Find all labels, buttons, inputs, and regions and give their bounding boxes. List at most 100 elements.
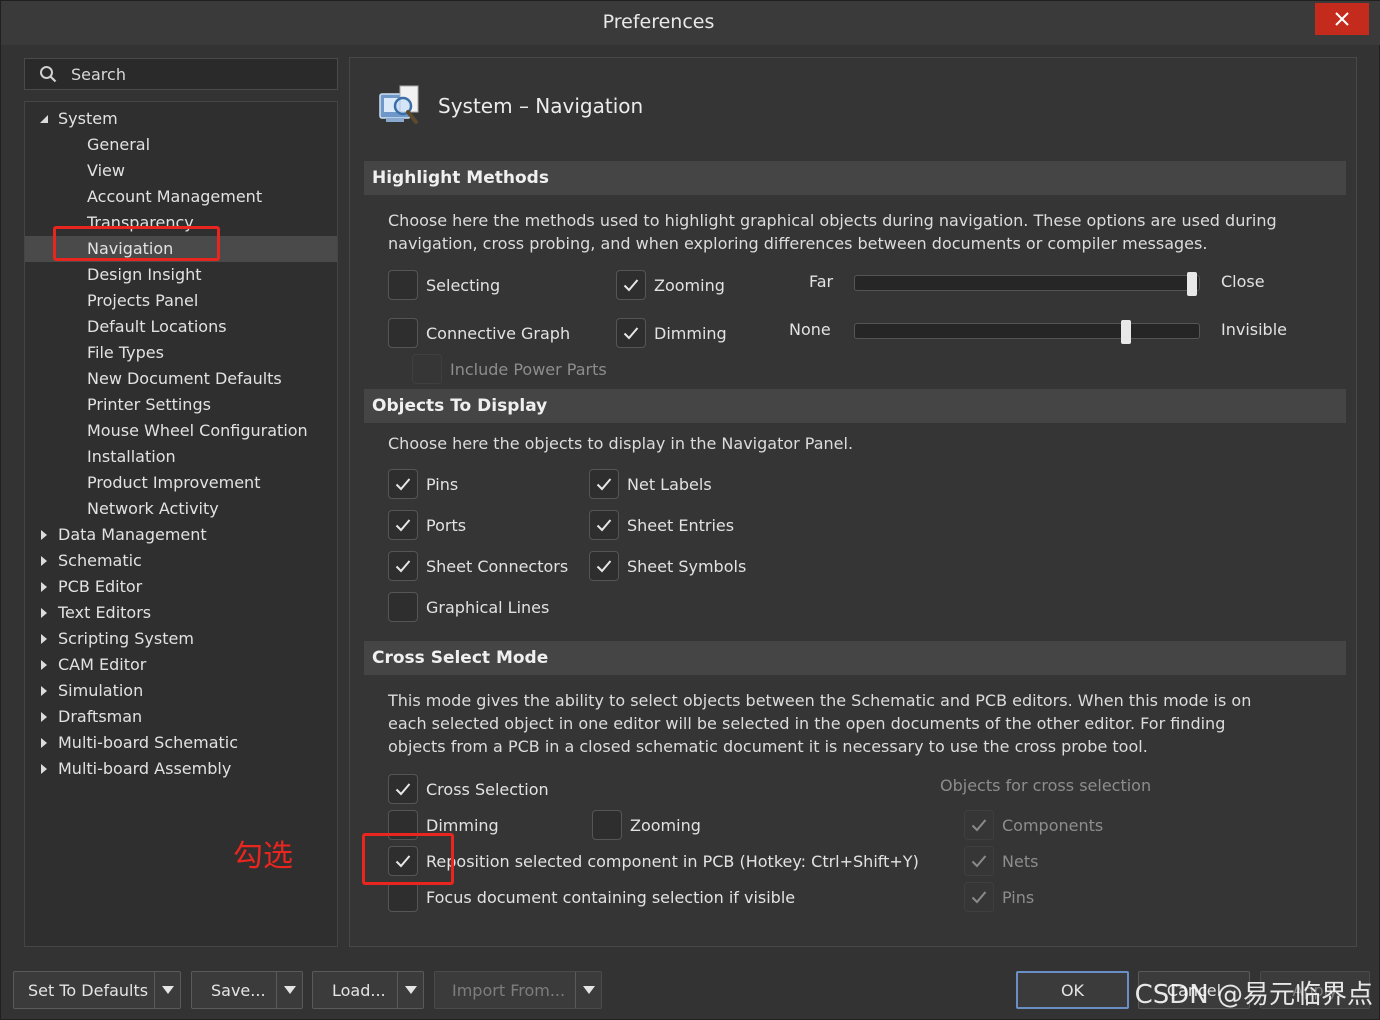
tree-item-file-types[interactable]: File Types [25,340,337,366]
object-checkbox-sheet-symbols[interactable]: Sheet Symbols [589,551,746,581]
checkbox-box[interactable] [592,810,622,840]
import-from-dropdown[interactable] [575,972,601,1008]
checkbox-box[interactable] [388,510,418,540]
ok-button[interactable]: OK [1016,971,1129,1009]
tree-item-mouse-wheel-configuration[interactable]: Mouse Wheel Configuration [25,418,337,444]
checkbox-box[interactable] [388,318,418,348]
tree-item-projects-panel[interactable]: Projects Panel [25,288,337,314]
collapsed-arrow-icon[interactable] [37,678,51,704]
dimming-slider-thumb[interactable] [1121,320,1131,344]
checkbox-box[interactable] [964,882,994,912]
object-checkbox-sheet-entries[interactable]: Sheet Entries [589,510,734,540]
tree-item-label: Mouse Wheel Configuration [87,421,308,440]
pins-cross-checkbox[interactable]: Pins [964,882,1034,912]
close-button[interactable] [1315,3,1369,35]
save-button[interactable]: Save... [191,971,303,1009]
checkbox-label: Pins [426,474,459,494]
reposition-component-checkbox[interactable]: Reposition selected component in PCB (Ho… [388,846,919,876]
tree-item-multi-board-schematic[interactable]: Multi-board Schematic [25,730,337,756]
components-checkbox[interactable]: Components [964,810,1103,840]
object-checkbox-graphical-lines[interactable]: Graphical Lines [388,592,549,622]
zoom-slider[interactable] [854,272,1200,296]
cross-zooming-checkbox[interactable]: Zooming [592,810,701,840]
close-icon [1335,12,1349,26]
tree-item-label: System [58,109,118,128]
annotation-highlight-navigation [53,226,220,261]
checkbox-box[interactable] [616,270,646,300]
tree-item-pcb-editor[interactable]: PCB Editor [25,574,337,600]
include-power-parts-checkbox[interactable]: Include Power Parts [412,354,607,384]
checkbox-box[interactable] [964,810,994,840]
navigation-magnifier-icon [379,85,419,124]
collapsed-arrow-icon[interactable] [37,548,51,574]
tree-item-label: View [87,161,125,180]
tree-item-cam-editor[interactable]: CAM Editor [25,652,337,678]
tree-item-product-improvement[interactable]: Product Improvement [25,470,337,496]
tree-item-schematic[interactable]: Schematic [25,548,337,574]
checkbox-box[interactable] [412,354,442,384]
set-to-defaults-dropdown[interactable] [154,972,180,1008]
import-from-button[interactable]: Import From... [434,971,602,1009]
save-dropdown[interactable] [276,972,302,1008]
checkbox-label: Graphical Lines [426,597,550,617]
tree-item-general[interactable]: General [25,132,337,158]
checkbox-box[interactable] [388,270,418,300]
collapsed-arrow-icon[interactable] [37,626,51,652]
chevron-down-icon [404,986,417,994]
connective-graph-checkbox[interactable]: Connective Graph [388,318,570,348]
set-to-defaults-button[interactable]: Set To Defaults [13,971,181,1009]
tree-item-data-management[interactable]: Data Management [25,522,337,548]
checkbox-box[interactable] [388,882,418,912]
collapsed-arrow-icon[interactable] [37,574,51,600]
collapsed-arrow-icon[interactable] [37,652,51,678]
tree-item-draftsman[interactable]: Draftsman [25,704,337,730]
tree-item-account-management[interactable]: Account Management [25,184,337,210]
tree-item-new-document-defaults[interactable]: New Document Defaults [25,366,337,392]
checkbox-box[interactable] [964,846,994,876]
object-checkbox-pins[interactable]: Pins [388,469,458,499]
checkbox-box[interactable] [589,469,619,499]
dimming-checkbox[interactable]: Dimming [616,318,727,348]
tree-item-installation[interactable]: Installation [25,444,337,470]
tree-item-printer-settings[interactable]: Printer Settings [25,392,337,418]
object-checkbox-sheet-connectors[interactable]: Sheet Connectors [388,551,568,581]
checkbox-box[interactable] [388,469,418,499]
tree-item-view[interactable]: View [25,158,337,184]
collapsed-arrow-icon[interactable] [37,730,51,756]
tree-item-multi-board-assembly[interactable]: Multi-board Assembly [25,756,337,782]
tree-item-simulation[interactable]: Simulation [25,678,337,704]
load-button[interactable]: Load... [312,971,424,1009]
focus-document-checkbox[interactable]: Focus document containing selection if v… [388,882,795,912]
tree-item-default-locations[interactable]: Default Locations [25,314,337,340]
zoom-slider-thumb[interactable] [1187,272,1197,296]
checkmark-icon [971,855,987,868]
tree-item-text-editors[interactable]: Text Editors [25,600,337,626]
collapsed-arrow-icon[interactable] [37,522,51,548]
tree-item-design-insight[interactable]: Design Insight [25,262,337,288]
object-checkbox-ports[interactable]: Ports [388,510,466,540]
zooming-checkbox[interactable]: Zooming [616,270,725,300]
checkbox-box[interactable] [388,551,418,581]
object-checkbox-net-labels[interactable]: Net Labels [589,469,712,499]
checkbox-box[interactable] [589,551,619,581]
collapsed-arrow-icon[interactable] [37,756,51,782]
collapsed-arrow-icon[interactable] [37,600,51,626]
selecting-checkbox[interactable]: Selecting [388,270,500,300]
search-box[interactable] [24,58,338,90]
checkbox-box[interactable] [616,318,646,348]
expanded-arrow-icon[interactable] [37,106,51,132]
dimming-slider[interactable] [854,320,1200,344]
nets-checkbox[interactable]: Nets [964,846,1038,876]
checkmark-icon [395,560,411,573]
checkbox-box[interactable] [589,510,619,540]
collapsed-arrow-icon[interactable] [37,704,51,730]
tree-item-network-activity[interactable]: Network Activity [25,496,337,522]
checkbox-box[interactable] [388,774,418,804]
checkbox-label: Selecting [426,275,501,295]
checkbox-box[interactable] [388,592,418,622]
tree-item-scripting-system[interactable]: Scripting System [25,626,337,652]
tree-item-system[interactable]: System [25,106,337,132]
load-dropdown[interactable] [397,972,423,1008]
cross-selection-checkbox[interactable]: Cross Selection [388,774,549,804]
search-input[interactable] [71,64,311,84]
